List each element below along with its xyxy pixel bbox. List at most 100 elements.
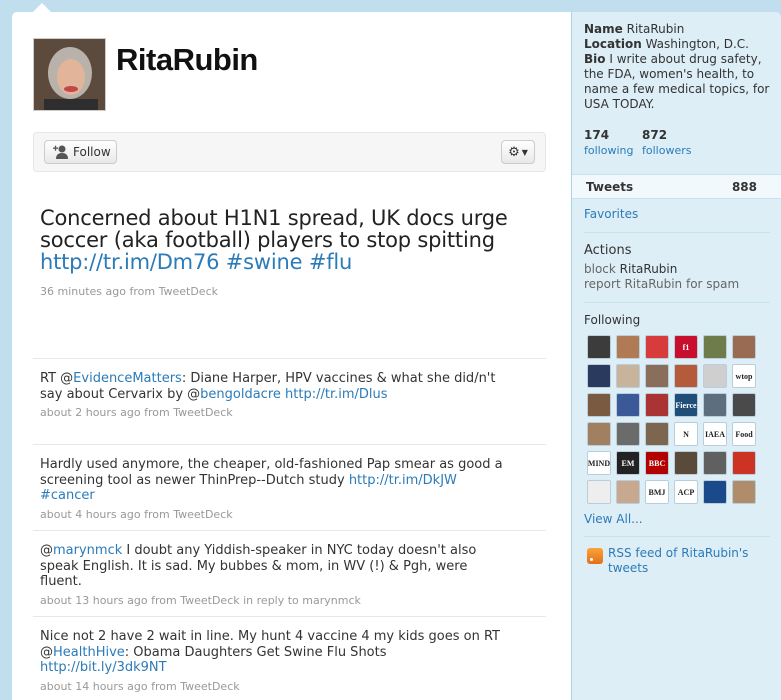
following-avatar-grid: f1 wtop Fierce N IAEA Food MIND EM BBC BMJ ACP [587,335,757,504]
following-avatar[interactable]: BBC [645,451,669,475]
following-avatar[interactable]: IAEA [703,422,727,446]
hashtag-link[interactable]: #cancer [40,488,95,503]
following-avatar[interactable] [616,364,640,388]
following-avatar[interactable] [732,451,756,475]
mention-link[interactable]: bengoldacre [200,387,281,402]
rss-feed-link[interactable]: RSS feed of RitaRubin's tweets [587,546,777,576]
following-avatar[interactable] [645,393,669,417]
sidebar-divider [584,232,770,233]
sidebar-divider [584,536,770,537]
timestamp-link[interactable]: 36 minutes ago [40,285,126,298]
timestamp-link[interactable]: about 14 hours ago [40,680,148,693]
profile-action-bar: Follow ⚙ ▼ [33,132,546,172]
following-avatar[interactable] [587,335,611,359]
tweet-link[interactable]: http://tr.im/Dm76 [40,250,219,274]
follow-user-icon [53,145,68,159]
following-avatar[interactable] [645,422,669,446]
followers-stat[interactable]: 872 followers [642,128,691,157]
profile-bio-row: Bio I write about drug safety, the FDA, … [584,52,770,111]
following-avatar[interactable] [703,480,727,504]
following-avatar[interactable] [616,393,640,417]
profile-location-row: Location Washington, D.C. [584,37,749,51]
following-avatar[interactable] [616,480,640,504]
latest-tweet: Concerned about H1N1 spread, UK docs urg… [40,207,540,298]
following-avatar[interactable]: wtop [732,364,756,388]
mention-link[interactable]: EvidenceMatters [73,371,182,386]
report-spam-action[interactable]: report RitaRubin for spam [584,277,774,292]
actions-menu-button[interactable]: ⚙ ▼ [501,140,535,164]
hashtag-link[interactable]: #flu [309,250,353,274]
tweet-link[interactable]: http://bit.ly/3dk9NT [40,660,167,675]
following-avatar[interactable] [732,335,756,359]
actions-heading: Actions [584,243,632,258]
gear-icon: ⚙ [508,144,520,160]
following-avatar[interactable] [732,393,756,417]
profile-avatar [33,38,106,111]
tweet-meta: about 4 hours ago from TweetDeck [40,507,233,521]
following-avatar[interactable] [587,422,611,446]
following-avatar[interactable] [616,335,640,359]
following-avatar[interactable] [703,393,727,417]
following-avatar[interactable] [703,335,727,359]
following-avatar[interactable] [587,480,611,504]
following-avatar[interactable] [732,480,756,504]
view-all-link[interactable]: View All... [584,512,774,526]
following-avatar[interactable]: BMJ [645,480,669,504]
following-avatar[interactable]: EM [616,451,640,475]
following-avatar[interactable]: N [674,422,698,446]
tweet-item: RT @EvidenceMatters: Diane Harper, HPV v… [40,371,510,421]
block-action[interactable]: block RitaRubin [584,262,774,277]
actions-section: Actions block RitaRubin report RitaRubin… [584,243,774,292]
tweet-divider [33,530,546,531]
mention-link[interactable]: marynmck [53,543,122,558]
mention-link[interactable]: HealthHive [53,645,125,660]
tweets-count-row[interactable]: Tweets 888 [572,174,781,199]
following-avatar[interactable]: Food [732,422,756,446]
following-avatar[interactable]: f1 [674,335,698,359]
rss-icon [587,548,603,564]
tweet-item: Hardly used anymore, the cheaper, old-fa… [40,457,510,522]
following-avatar[interactable] [587,364,611,388]
following-heading: Following [584,313,641,327]
latest-tweet-text: Concerned about H1N1 spread, UK docs urg… [40,206,508,274]
tweet-item: @marynmck I doubt any Yiddish-speaker in… [40,543,510,608]
timestamp-link[interactable]: about 2 hours ago [40,406,141,419]
following-avatar[interactable]: MIND [587,451,611,475]
following-avatar[interactable] [645,364,669,388]
tweet-meta: about 2 hours ago from TweetDeck [40,406,233,419]
profile-sidebar: Name RitaRubin Location Washington, D.C.… [571,12,781,700]
timestamp-link[interactable]: about 13 hours ago [40,594,148,607]
timestamp-link[interactable]: about 4 hours ago [40,508,141,521]
following-avatar[interactable]: ACP [674,480,698,504]
tweet-text: Hardly used anymore, the cheaper, old-fa… [40,457,503,503]
tweet-text: RT @EvidenceMatters: Diane Harper, HPV v… [40,371,496,402]
follow-button-label: Follow [73,145,111,159]
tweet-divider [33,358,546,359]
following-avatar[interactable] [703,451,727,475]
following-avatar[interactable] [645,335,669,359]
source-label: TweetDeck [158,285,218,298]
following-avatar[interactable] [674,364,698,388]
following-stat[interactable]: 174 following [584,128,633,157]
favorites-link[interactable]: Favorites [584,207,774,221]
profile-name-row: Name RitaRubin [584,22,685,36]
tweet-text: @marynmck I doubt any Yiddish-speaker in… [40,543,477,589]
tweet-link[interactable]: http://tr.im/DkJW [349,473,457,488]
following-avatar[interactable]: Fierce [674,393,698,417]
follow-button[interactable]: Follow [44,140,117,164]
following-avatar[interactable] [616,422,640,446]
following-avatar[interactable] [587,393,611,417]
reply-to-link[interactable]: marynmck [302,594,361,607]
tweet-text: Nice not 2 have 2 wait in line. My hunt … [40,629,501,675]
tweet-link[interactable]: http://tr.im/Dlus [285,387,388,402]
profile-info: Name RitaRubin Location Washington, D.C.… [584,22,774,112]
main-content: RitaRubin Follow ⚙ ▼ Concerned about H1N… [12,12,571,700]
chevron-down-icon: ▼ [521,147,528,157]
hashtag-link[interactable]: #swine [226,250,303,274]
following-avatar[interactable] [703,364,727,388]
following-avatar[interactable] [674,451,698,475]
tweet-meta: about 14 hours ago from TweetDeck [40,679,240,693]
tweet-divider [33,616,546,617]
latest-tweet-meta: 36 minutes ago from TweetDeck [40,285,218,298]
tweet-divider [33,444,546,445]
